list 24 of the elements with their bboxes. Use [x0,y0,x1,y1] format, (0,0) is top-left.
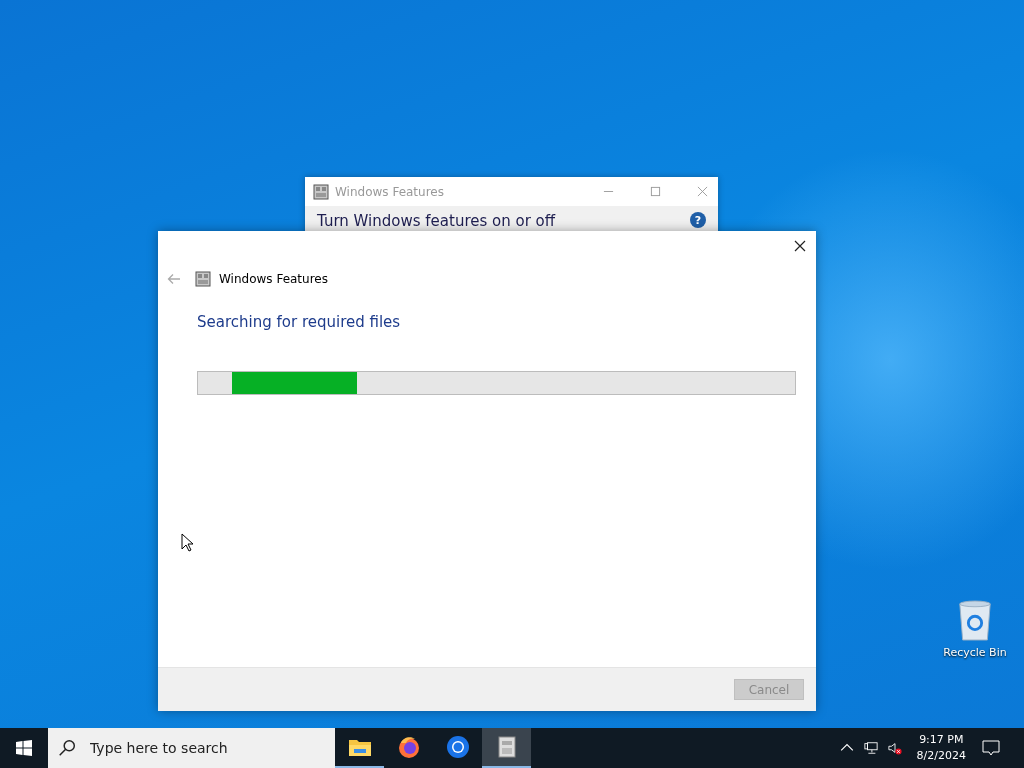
close-icon[interactable] [794,240,806,252]
recycle-bin-label[interactable]: Recycle Bin [943,646,1007,659]
window-heading: Turn Windows features on or off [317,212,556,230]
dialog-title: Windows Features [219,272,328,286]
search-icon [58,739,76,757]
taskbar-app[interactable] [482,728,531,768]
network-icon[interactable] [863,741,878,755]
maximize-icon[interactable] [650,186,661,197]
window-title: Windows Features [335,184,444,199]
search-field[interactable]: Type here to search [88,739,312,757]
search-bar[interactable]: Type here to search [48,728,335,768]
features-icon [313,183,329,200]
notification-icon[interactable] [982,739,1000,757]
mouse-cursor-icon [181,533,193,552]
browser-icon [445,735,470,759]
recycle-bin-icon[interactable] [956,600,994,642]
clock-time[interactable]: 9:17 PM [919,732,964,748]
help-icon[interactable]: ? [690,212,706,228]
status-heading: Searching for required files [196,312,402,331]
windows-logo-icon[interactable] [16,740,32,756]
clock-date[interactable]: 8/2/2024 [916,748,966,764]
features-icon [195,271,211,287]
firefox-icon [396,735,421,759]
muted-speaker-icon[interactable] [887,741,902,755]
